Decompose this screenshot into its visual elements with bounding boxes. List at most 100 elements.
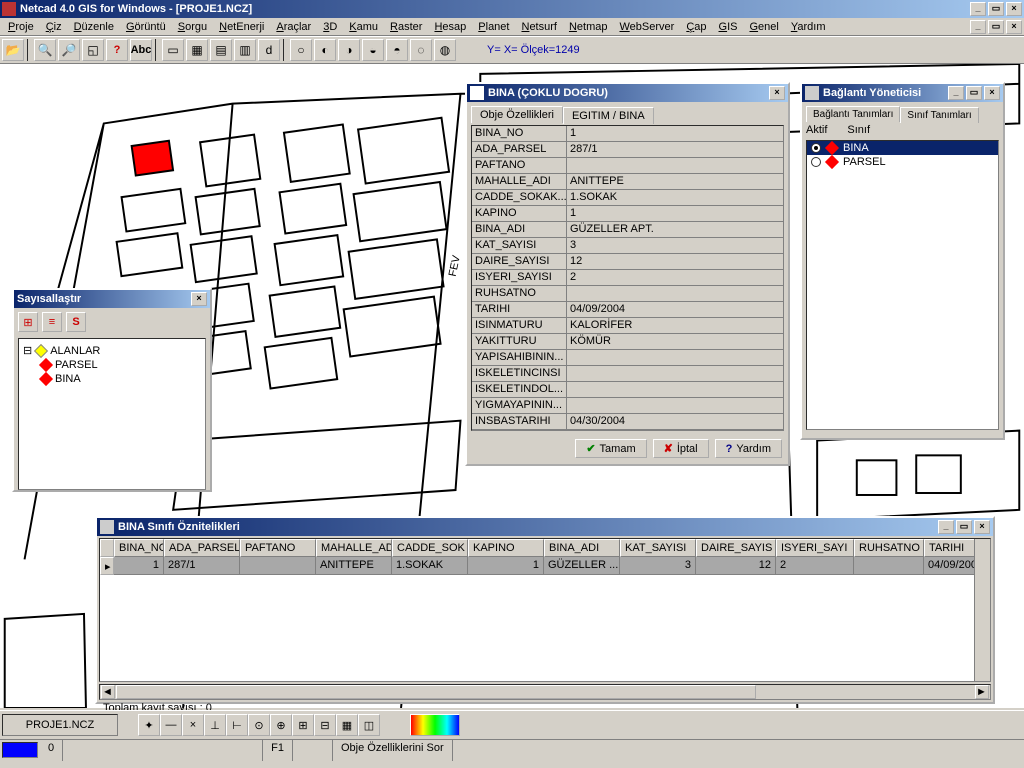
tool-btn[interactable]: Abc [130,39,152,61]
tool-btn[interactable]: ▦ [186,39,208,61]
tool-btn[interactable]: ▭ [162,39,184,61]
radio-icon[interactable] [811,143,821,153]
tree-item-parsel[interactable]: PARSEL [41,358,201,372]
status-tool-btn[interactable]: ⊕ [270,714,292,736]
col-header[interactable]: PAFTANO [240,539,316,557]
attr-row[interactable]: KAT_SAYISI3 [472,238,783,254]
col-header[interactable]: RUHSATNO [854,539,924,557]
cell[interactable] [854,557,924,575]
col-header[interactable]: BINA_ADI [544,539,620,557]
tool-btn[interactable]: ▤ [210,39,232,61]
col-header[interactable]: CADDE_SOK [392,539,468,557]
attribute-grid[interactable]: BINA_NO1ADA_PARSEL287/1PAFTANOMAHALLE_AD… [471,125,784,431]
maximize-icon[interactable]: ▭ [956,520,972,534]
cell[interactable]: ANITTEPE [316,557,392,575]
tool-btn[interactable]: ◒ [362,39,384,61]
menu-gis[interactable]: GIS [713,20,744,34]
tree-root[interactable]: ⊟ ALANLAR [23,343,201,358]
class-item-parsel[interactable]: PARSEL [807,155,998,169]
menu-netsurf[interactable]: Netsurf [515,20,562,34]
color-swatch[interactable] [2,742,38,758]
tool-btn[interactable]: ◌ [410,39,432,61]
scrollbar-horizontal[interactable]: ◄ ► [99,684,991,700]
close-icon[interactable]: × [974,520,990,534]
tab-obje-ozellikleri[interactable]: Obje Özellikleri [471,106,563,123]
col-header[interactable]: DAIRE_SAYIS [696,539,776,557]
class-item-bina[interactable]: BINA [807,141,998,155]
attr-row[interactable]: ISKELETINCINSI [472,366,783,382]
attr-row[interactable]: INSBASTARIHI04/30/2004 [472,414,783,430]
tool-btn[interactable]: 📂 [2,39,24,61]
attr-row[interactable]: ADA_PARSEL287/1 [472,142,783,158]
close-icon[interactable]: × [984,86,1000,100]
cell[interactable]: 1 [468,557,544,575]
attr-titlebar[interactable]: BINA (ÇOKLU DOGRU) × [467,84,788,102]
attr-row[interactable]: CADDE_SOKAK...1.SOKAK [472,190,783,206]
menu-netmap[interactable]: Netmap [563,20,614,34]
menu-genel[interactable]: Genel [743,20,784,34]
status-tool-btn[interactable]: ⊙ [248,714,270,736]
status-tool-btn[interactable]: × [182,714,204,736]
maximize-icon[interactable]: ▭ [966,86,982,100]
status-tool-btn[interactable]: — [160,714,182,736]
status-tool-btn[interactable] [410,714,460,736]
scroll-right-button[interactable]: ► [975,685,989,699]
col-header[interactable]: BINA_NO [114,539,164,557]
ok-button[interactable]: ✔Tamam [575,439,646,458]
cell[interactable]: 1.SOKAK [392,557,468,575]
col-header[interactable]: KAT_SAYISI [620,539,696,557]
tool-btn[interactable]: 🔎 [58,39,80,61]
attr-row[interactable]: ISKELETINDOL... [472,382,783,398]
attr-row[interactable]: BINA_ADIGÜZELLER APT. [472,222,783,238]
attr-row[interactable]: YAKITTURUKÖMÜR [472,334,783,350]
cell[interactable]: 2 [776,557,854,575]
cell[interactable]: 1 [114,557,164,575]
status-tool-btn[interactable]: ⊢ [226,714,248,736]
menu-sorgu[interactable]: Sorgu [172,20,213,34]
col-header[interactable]: KAPINO [468,539,544,557]
tree-item-bina[interactable]: BINA [41,372,201,386]
tool-btn[interactable]: ◐ [314,39,336,61]
cell[interactable] [240,557,316,575]
attr-row[interactable]: BINA_NO1 [472,126,783,142]
menu-proje[interactable]: Proje [2,20,40,34]
attr-row[interactable]: ISYERI_SAYISI2 [472,270,783,286]
menu-çiz[interactable]: Çiz [40,20,68,34]
maximize-button[interactable]: ▭ [988,2,1004,16]
attr-row[interactable]: RUHSATNO [472,286,783,302]
col-header[interactable]: ISYERI_SAYI [776,539,854,557]
scrollbar-vertical[interactable] [974,539,990,681]
col-header[interactable]: MAHALLE_AD [316,539,392,557]
menu-düzenle[interactable]: Düzenle [68,20,120,34]
child-close-button[interactable]: × [1006,20,1022,34]
attr-row[interactable]: DAIRE_SAYISI12 [472,254,783,270]
help-button[interactable]: ?Yardım [715,439,782,458]
digitize-titlebar[interactable]: Sayısallaştır × [14,290,210,308]
tab-egitim-bina[interactable]: EGITIM / BINA [563,107,654,124]
cell[interactable]: 287/1 [164,557,240,575]
attr-row[interactable]: KAPINO1 [472,206,783,222]
status-tool-btn[interactable]: ▦ [336,714,358,736]
minimize-icon[interactable]: _ [938,520,954,534]
class-list[interactable]: BINA PARSEL [806,140,999,430]
menu-görüntü[interactable]: Görüntü [120,20,172,34]
conn-titlebar[interactable]: Bağlantı Yöneticisi _ ▭ × [802,84,1003,102]
attr-row[interactable]: YAPISAHIBININ... [472,350,783,366]
tool-btn[interactable]: ○ [290,39,312,61]
attr-row[interactable]: ISINMATURUKALORİFER [472,318,783,334]
menu-netenerji[interactable]: NetEnerji [213,20,270,34]
status-tool-btn[interactable]: ◫ [358,714,380,736]
scroll-left-button[interactable]: ◄ [101,685,115,699]
menu-planet[interactable]: Planet [472,20,515,34]
menu-raster[interactable]: Raster [384,20,428,34]
menu-webserver[interactable]: WebServer [613,20,680,34]
status-tool-btn[interactable]: ⊞ [292,714,314,736]
status-tool-btn[interactable]: ⊥ [204,714,226,736]
menu-kamu[interactable]: Kamu [343,20,384,34]
status-tool-btn[interactable]: ⊟ [314,714,336,736]
close-icon[interactable]: × [191,292,207,306]
tool-btn[interactable]: d [258,39,280,61]
tab-sinif-tanimlari[interactable]: Sınıf Tanımları [900,107,978,123]
tool-btn[interactable]: ◓ [386,39,408,61]
tool-btn[interactable]: ◑ [338,39,360,61]
